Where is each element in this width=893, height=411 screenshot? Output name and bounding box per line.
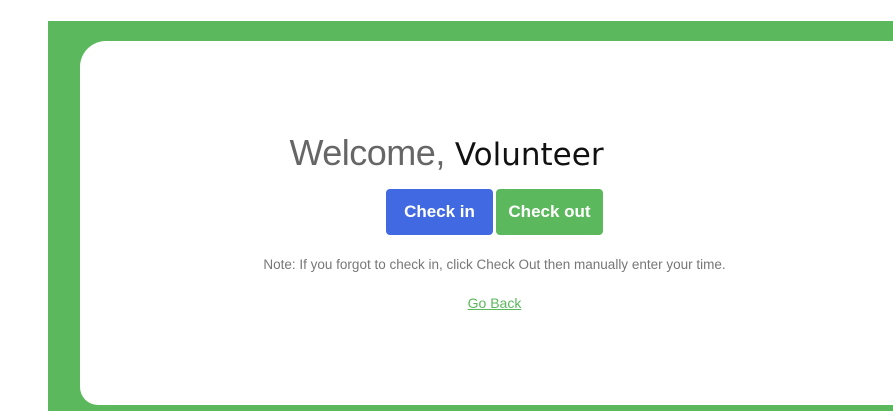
welcome-greeting: Welcome, <box>289 132 445 173</box>
check-in-button[interactable]: Check in <box>386 189 493 235</box>
check-out-button[interactable]: Check out <box>496 189 603 235</box>
welcome-user-name: Volunteer <box>454 137 604 173</box>
go-back-link[interactable]: Go Back <box>468 295 522 311</box>
welcome-heading: Welcome, Volunteer <box>0 129 893 179</box>
check-in-note: Note: If you forgot to check in, click C… <box>263 257 726 272</box>
go-back-link-row: Go Back <box>0 295 893 311</box>
